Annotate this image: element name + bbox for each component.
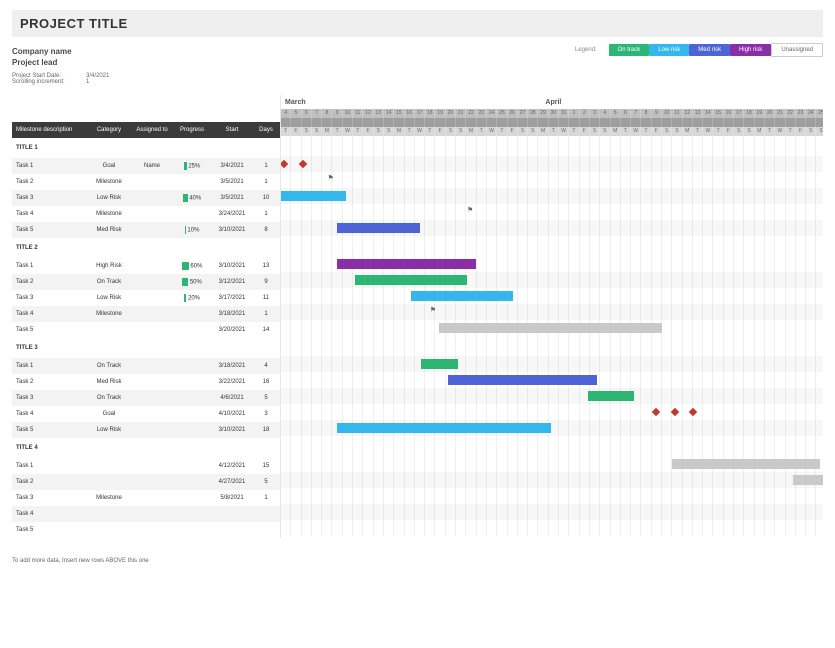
gantt-row: [281, 256, 823, 272]
gantt-bar[interactable]: [588, 391, 635, 401]
legend-label: Legend:: [575, 47, 597, 53]
table-row[interactable]: Task 5: [12, 522, 280, 538]
milestone-diamond-icon: [280, 160, 288, 168]
legend-chip: Low risk: [649, 44, 689, 56]
gantt-bar[interactable]: [281, 191, 346, 201]
gantt-row: [281, 504, 823, 520]
legend-chip: On track: [609, 44, 650, 56]
col-desc: Milestone description: [12, 122, 86, 138]
gantt-row: ⚑: [281, 172, 823, 188]
table-row[interactable]: Task 4Milestone3/18/20211: [12, 306, 280, 322]
table-row[interactable]: Task 3Low Risk 20%3/17/202111: [12, 290, 280, 306]
gantt-row: [281, 456, 823, 472]
month-label: March: [281, 99, 541, 106]
gantt-row: ⚑: [281, 204, 823, 220]
gantt-row: [281, 188, 823, 204]
gantt-chart: MarchApril 45678910111213141516171819202…: [280, 95, 823, 538]
table-row[interactable]: Task 14/12/202115: [12, 458, 280, 474]
table-row[interactable]: Task 2Milestone3/5/20211: [12, 174, 280, 190]
company-name: Company name: [12, 47, 109, 56]
table-row[interactable]: Task 3Low Risk 40%3/5/202110: [12, 190, 280, 206]
gantt-bar[interactable]: [337, 259, 477, 269]
gantt-row: [281, 404, 823, 420]
table-header: Milestone description Category Assigned …: [12, 122, 280, 138]
gantt-row: ⚑: [281, 304, 823, 320]
gantt-row: [281, 156, 823, 172]
gantt-bar[interactable]: [355, 275, 467, 285]
gantt-bar[interactable]: [421, 359, 458, 369]
table-row[interactable]: Task 3Milestone5/8/20211: [12, 490, 280, 506]
title-bar: PROJECT TITLE: [12, 10, 823, 37]
milestone-flag-icon: ⚑: [328, 174, 334, 182]
gantt-row: [281, 388, 823, 404]
col-start: Start: [212, 122, 252, 138]
gantt-bar[interactable]: [448, 375, 597, 385]
table-row[interactable]: Task 5Low Risk3/10/202118: [12, 422, 280, 438]
milestone-diamond-icon: [689, 408, 697, 416]
project-meta: Company name Project lead Project Start …: [12, 47, 109, 85]
table-row[interactable]: Task 5Med Risk 10%3/10/20218: [12, 222, 280, 238]
milestone-diamond-icon: [652, 408, 660, 416]
legend-chip: High risk: [730, 44, 771, 56]
milestone-diamond-icon: [670, 408, 678, 416]
table-row[interactable]: Task 1GoalName 25%3/4/20211: [12, 158, 280, 174]
gantt-row: [281, 220, 823, 236]
table-row[interactable]: Task 3On Track4/6/20215: [12, 390, 280, 406]
milestone-flag-icon: ⚑: [467, 206, 473, 214]
gantt-bar[interactable]: [439, 323, 662, 333]
table-row[interactable]: Task 1On Track3/18/20214: [12, 358, 280, 374]
table-row[interactable]: Task 4Milestone3/24/20211: [12, 206, 280, 222]
milestone-flag-icon: ⚑: [430, 306, 436, 314]
legend: Legend: On trackLow riskMed riskHigh ris…: [575, 47, 823, 53]
col-category: Category: [86, 122, 132, 138]
table-row[interactable]: Task 4: [12, 506, 280, 522]
scroll-value: 1: [86, 79, 89, 85]
table-row[interactable]: Task 2Med Risk3/22/202116: [12, 374, 280, 390]
gantt-row: [281, 472, 823, 488]
gantt-row: [281, 420, 823, 436]
gantt-bar[interactable]: [793, 475, 824, 485]
section-title: TITLE 3: [12, 338, 280, 358]
gantt-row: [281, 288, 823, 304]
table-row[interactable]: Task 2On Track 50%3/12/20219: [12, 274, 280, 290]
table-row[interactable]: Task 24/27/20215: [12, 474, 280, 490]
section-title: TITLE 2: [12, 238, 280, 258]
legend-chip: Unassigned: [771, 43, 823, 57]
gantt-bar[interactable]: [672, 459, 821, 469]
col-assigned: Assigned to: [132, 122, 172, 138]
gantt-row: [281, 320, 823, 336]
gantt-bar[interactable]: [337, 423, 551, 433]
col-days: Days: [252, 122, 280, 138]
table-row[interactable]: Task 53/20/202114: [12, 322, 280, 338]
gantt-row: [281, 488, 823, 504]
col-progress: Progress: [172, 122, 212, 138]
section-title: TITLE 1: [12, 138, 280, 158]
gantt-bar[interactable]: [411, 291, 513, 301]
gantt-row: [281, 272, 823, 288]
gantt-row: [281, 520, 823, 536]
start-date-value: 3/4/2021: [86, 73, 109, 79]
milestone-diamond-icon: [298, 160, 306, 168]
project-lead: Project lead: [12, 58, 109, 67]
month-label: April: [541, 99, 820, 106]
page-title: PROJECT TITLE: [20, 16, 815, 31]
timeline-header: MarchApril 45678910111213141516171819202…: [281, 95, 823, 136]
table-row[interactable]: Task 4Goal4/10/20213: [12, 406, 280, 422]
gantt-bar[interactable]: [337, 223, 421, 233]
task-table: Milestone description Category Assigned …: [12, 95, 280, 538]
footer-note: To add more data, Insert new rows ABOVE …: [12, 558, 823, 566]
legend-chip: Med risk: [689, 44, 730, 56]
table-row[interactable]: Task 1High Risk 60%3/10/202113: [12, 258, 280, 274]
gantt-row: [281, 356, 823, 372]
section-title: TITLE 4: [12, 438, 280, 458]
gantt-row: [281, 372, 823, 388]
scroll-label: Scrolling increment:: [12, 79, 68, 85]
